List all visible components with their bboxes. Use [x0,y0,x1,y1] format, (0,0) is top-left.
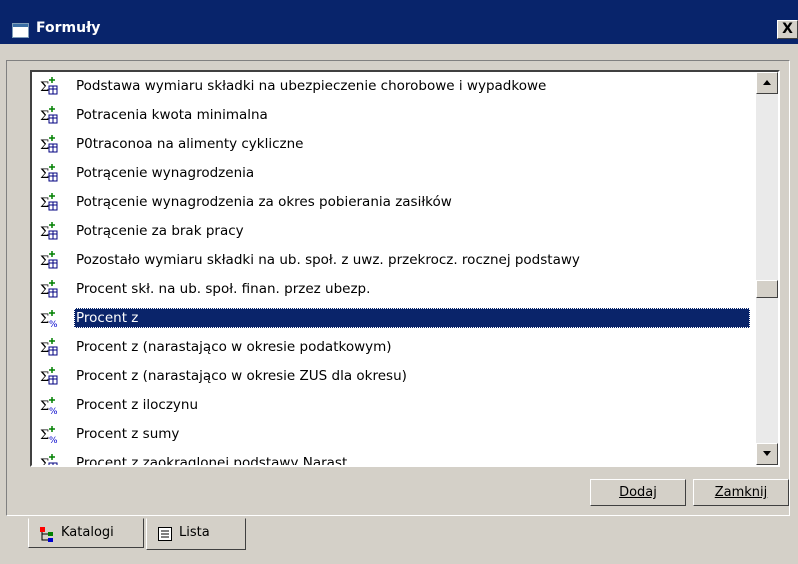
svg-text:%: % [49,407,58,415]
svg-text:%: % [49,436,58,444]
add-button[interactable]: Dodaj [590,479,686,506]
svg-text:Σ: Σ [40,138,49,153]
list-item-label: Procent skł. na ub. społ. finan. przez u… [76,281,371,297]
formula-table-icon: Σ [40,193,58,211]
formula-percent-icon: Σ% [40,426,58,444]
list-item[interactable]: Σ Podstawa wymiaru składki na ubezpieczen… [32,72,756,101]
formula-table-icon: Σ [40,251,58,269]
list-item-label: Procent z iloczynu [76,397,199,413]
list-item[interactable]: Σ Procent z zaokraglonej podstawy Narast [32,449,756,467]
list-item-label: Podstawa wymiaru składki na ubezpieczeni… [76,78,547,94]
list-item-label: Procent z [74,308,750,328]
list-item-label: Potrącenie za brak pracy [76,223,244,239]
list-item[interactable]: Σ Procent skł. na ub. społ. finan. przez … [32,275,756,304]
tree-icon [40,527,53,542]
svg-text:%: % [49,320,58,328]
arrow-down-icon [763,451,771,456]
vertical-scrollbar[interactable] [756,72,778,465]
list-item-label: Pozostało wymiaru składki na ub. społ. z… [76,252,580,268]
formula-table-icon: Σ [40,280,58,298]
list-item-label: Procent z (narastająco w okresie podatko… [76,339,392,355]
close-button[interactable]: Zamknij [693,479,789,506]
formula-items: Σ Podstawa wymiaru składki na ubezpieczen… [32,72,756,467]
list-item-label: Procent z sumy [76,426,180,442]
list-item[interactable]: Σ Procent z (narastająco w okresie ZUS dl… [32,362,756,391]
list-item[interactable]: Σ% Procent z iloczynu [32,391,756,420]
tab-lista[interactable]: Lista [146,518,246,550]
formula-table-icon: Σ [40,367,58,385]
formula-table-icon: Σ [40,164,58,182]
svg-text:Σ: Σ [40,283,49,298]
formula-percent-icon: Σ% [40,310,58,328]
close-button-label: Zamknij [714,485,768,500]
list-item[interactable]: Σ Pozostało wymiaru składki na ub. społ. … [32,246,756,275]
tab-lista-label: Lista [179,525,210,540]
window-icon [12,23,29,38]
tab-strip: Katalogi Lista [0,518,798,564]
formula-list[interactable]: Σ Podstawa wymiaru składki na ubezpieczen… [30,70,780,467]
list-item-label: Potrącenie wynagrodzenia [76,165,255,181]
formula-table-icon: Σ [40,77,58,95]
window-title: Formuły [36,20,101,36]
svg-text:Σ: Σ [40,254,49,269]
list-item[interactable]: Σ Potracenia kwota minimalna [32,101,756,130]
add-button-label: Dodaj [619,485,657,500]
scroll-thumb[interactable] [756,280,778,298]
svg-text:Σ: Σ [40,399,49,414]
list-item[interactable]: Σ Procent z (narastająco w okresie podatk… [32,333,756,362]
list-item-label: Potracenia kwota minimalna [76,107,268,123]
list-item[interactable]: Σ% Procent z sumy [32,420,756,449]
list-item[interactable]: Σ P0traconoa na alimenty cykliczne [32,130,756,159]
tab-katalogi[interactable]: Katalogi [28,518,144,548]
list-item-label: Potrącenie wynagrodzenia za okres pobier… [76,194,452,210]
svg-text:Σ: Σ [40,109,49,124]
svg-text:Σ: Σ [40,196,49,211]
list-item-label: P0traconoa na alimenty cykliczne [76,136,304,152]
list-item[interactable]: Σ Potrącenie za brak pracy [32,217,756,246]
formuly-dialog: Formuły X Σ Podstawa wymiaru składki na u… [0,0,798,564]
formula-table-icon: Σ [40,338,58,356]
formula-table-icon: Σ [40,222,58,240]
svg-text:Σ: Σ [40,80,49,95]
title-bar[interactable]: Formuły X [0,0,798,44]
scroll-down-button[interactable] [756,443,778,465]
svg-text:Σ: Σ [40,312,49,327]
svg-text:Σ: Σ [40,428,49,443]
list-icon [158,527,172,541]
formula-table-icon: Σ [40,135,58,153]
list-item[interactable]: Σ Potrącenie wynagrodzenia za okres pobie… [32,188,756,217]
svg-text:Σ: Σ [40,167,49,182]
tab-katalogi-label: Katalogi [61,525,114,540]
formula-percent-icon: Σ% [40,397,58,415]
list-item[interactable]: Σ Potrącenie wynagrodzenia [32,159,756,188]
formula-table-icon: Σ [40,454,58,467]
scroll-up-button[interactable] [756,72,778,94]
close-window-button[interactable]: X [777,20,798,39]
svg-text:Σ: Σ [40,225,49,240]
list-item[interactable]: Σ% Procent z [32,304,756,333]
list-item-label: Procent z zaokraglonej podstawy Narast [76,455,348,467]
formula-table-icon: Σ [40,106,58,124]
list-item-label: Procent z (narastająco w okresie ZUS dla… [76,368,407,384]
svg-text:Σ: Σ [40,370,49,385]
svg-text:Σ: Σ [40,457,49,467]
arrow-up-icon [763,80,771,85]
svg-text:Σ: Σ [40,341,49,356]
